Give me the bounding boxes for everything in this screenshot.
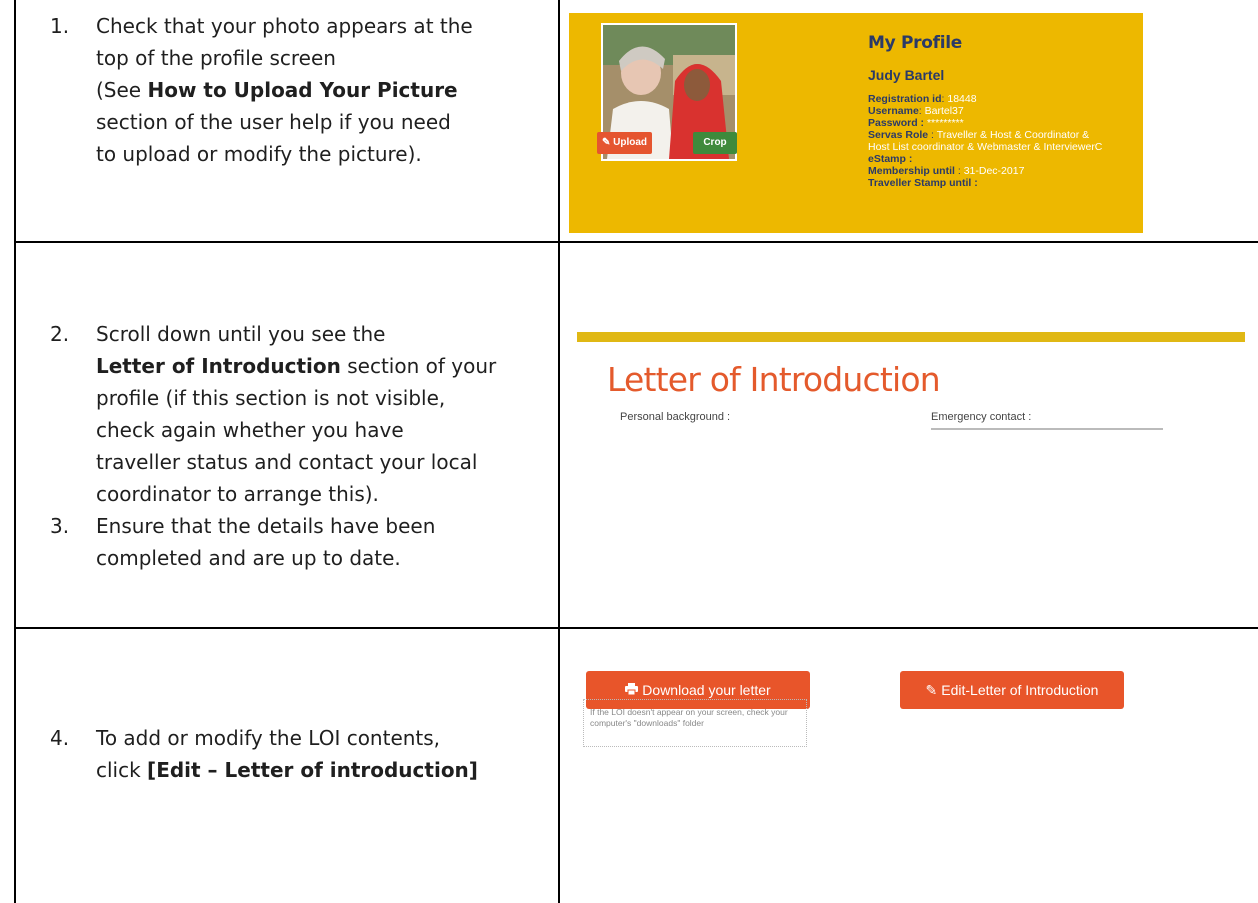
step-2: 2. Scroll down until you see the Letter …: [40, 318, 566, 510]
profile-field: Traveller Stamp until :: [868, 177, 1106, 189]
profile-fields: Registration id: 18448 Username: Bartel3…: [868, 93, 1106, 189]
field-separator: :: [905, 153, 913, 165]
field-separator: :: [954, 165, 964, 177]
pencil-icon: ✎: [601, 137, 611, 148]
loi-heading: Letter of Introduction: [607, 360, 941, 399]
section-divider-bar: [577, 332, 1245, 342]
step-text: coordinator to arrange this).: [96, 482, 379, 506]
step-text: Check that your photo appears at the: [96, 14, 473, 38]
step-text: traveller status and contact your local: [96, 450, 478, 474]
profile-name: Judy Bartel: [868, 67, 945, 83]
upload-label: Upload: [613, 137, 648, 148]
step-1: 1. Check that your photo appears at the …: [40, 10, 566, 170]
step-text: completed and are up to date.: [96, 546, 401, 570]
step-text: check again whether you have: [96, 418, 404, 442]
profile-card: ✎ Upload Crop My Profile Judy Bartel Reg…: [569, 13, 1143, 233]
field-value: *********: [926, 117, 964, 129]
field-label: Traveller Stamp until: [868, 177, 972, 189]
profile-field: Password : *********: [868, 117, 1106, 129]
step-text: click: [96, 758, 148, 782]
profile-field: Username: Bartel37: [868, 105, 1106, 117]
edit-label: Edit-Letter of Introduction: [941, 682, 1099, 698]
step-text: section of your: [340, 354, 497, 378]
step-4: 4. To add or modify the LOI contents, cl…: [40, 722, 566, 786]
field-value: Bartel37: [924, 105, 964, 117]
profile-title: My Profile: [868, 33, 963, 53]
download-label: Download your letter: [642, 682, 771, 698]
step-list-2: 2. Scroll down until you see the Letter …: [40, 318, 566, 574]
profile-field: Servas Role : Traveller & Host & Coordin…: [868, 129, 1106, 153]
field-value: 18448: [947, 93, 977, 105]
table-border-left: [14, 0, 16, 903]
step-emphasis: Letter of Introduction: [96, 354, 341, 378]
download-hint-note: If the LOI doesn't appear on your screen…: [583, 699, 807, 747]
field-separator: :: [917, 117, 927, 129]
emergency-contact-label: Emergency contact :: [931, 411, 1032, 423]
step-list-3: 4. To add or modify the LOI contents, cl…: [40, 722, 566, 786]
step-text: to upload or modify the picture).: [96, 142, 422, 166]
crop-photo-button[interactable]: Crop: [693, 132, 737, 154]
field-label: Servas Role: [868, 129, 929, 141]
table-row-divider-2: [14, 627, 1258, 629]
step-text: To add or modify the LOI contents,: [96, 726, 441, 750]
field-value: 31-Dec-2017: [963, 165, 1025, 177]
step-text: Ensure that the details have been: [96, 514, 436, 538]
cropped-text-fragment: [931, 428, 1163, 430]
step-text: (See: [96, 78, 148, 102]
step-number: 1.: [50, 14, 70, 38]
step-number: 3.: [50, 514, 70, 538]
step-text: section of the user help if you need: [96, 110, 451, 134]
step-emphasis: [Edit – Letter of introduction]: [147, 758, 478, 782]
field-label: Password: [868, 117, 918, 129]
field-label: Username: [868, 105, 919, 117]
step-number: 2.: [50, 322, 70, 346]
table-row-divider-1: [14, 241, 1258, 243]
field-label: Registration id: [868, 93, 942, 105]
field-label: Membership until: [868, 165, 955, 177]
step-emphasis: How to Upload Your Picture: [147, 78, 458, 102]
step-text: profile (if this section is not visible,: [96, 386, 446, 410]
profile-field: Membership until : 31-Dec-2017: [868, 165, 1106, 177]
pencil-icon: ✎: [925, 682, 938, 698]
personal-background-label: Personal background :: [620, 411, 731, 423]
field-label: eStamp: [868, 153, 906, 165]
step-number: 4.: [50, 726, 70, 750]
profile-field: Registration id: 18448: [868, 93, 1106, 105]
step-3: 3. Ensure that the details have been com…: [40, 510, 566, 574]
field-separator: :: [928, 129, 937, 141]
field-separator: :: [971, 177, 978, 189]
edit-letter-button[interactable]: ✎ Edit-Letter of Introduction: [900, 671, 1124, 709]
profile-field: eStamp :: [868, 153, 1106, 165]
step-text: Scroll down until you see the: [96, 322, 386, 346]
step-list-1: 1. Check that your photo appears at the …: [40, 10, 566, 170]
step-text: top of the profile screen: [96, 46, 336, 70]
upload-photo-button[interactable]: ✎ Upload: [597, 132, 652, 154]
